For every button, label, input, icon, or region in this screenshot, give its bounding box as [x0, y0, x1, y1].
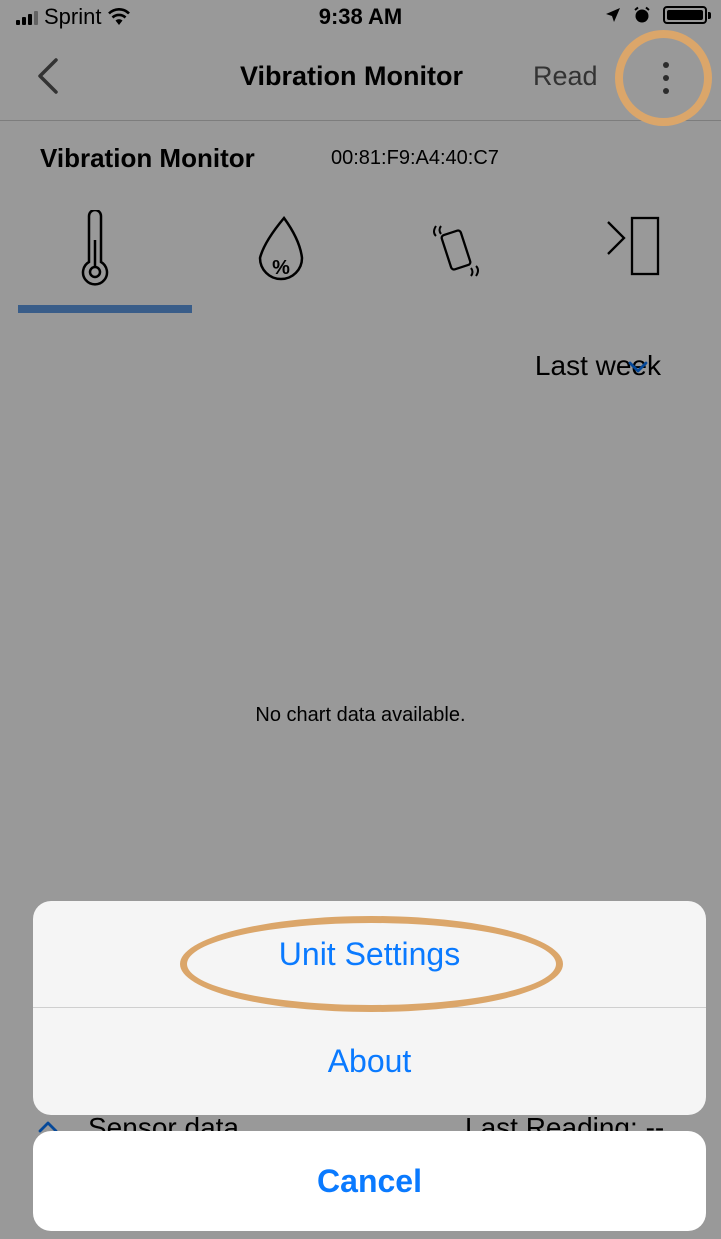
highlight-ring-more-options	[615, 30, 712, 126]
cancel-button[interactable]: Cancel	[33, 1131, 706, 1231]
highlight-ring-unit-settings	[180, 916, 563, 1012]
about-button[interactable]: About	[33, 1008, 706, 1114]
